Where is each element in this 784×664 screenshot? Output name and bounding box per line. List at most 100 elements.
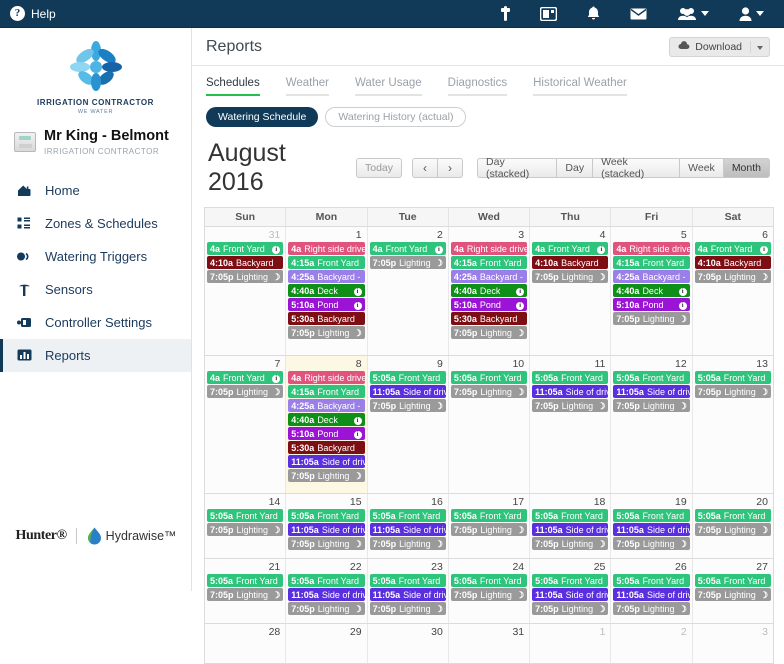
calendar-event[interactable]: 7:05p Lighting ☽	[613, 537, 690, 550]
pill-watering-history[interactable]: Watering History (actual)	[325, 107, 467, 127]
calendar-event[interactable]: 7:05p Lighting ☽	[288, 469, 365, 482]
calendar-event[interactable]: 11:05aSide of drive	[288, 455, 365, 468]
calendar-event[interactable]: 7:05p Lighting ☽	[369, 399, 446, 412]
calendar-day-cell[interactable]: 1 4a Right side drive 4:15a Front Yard 4:25a B…	[286, 227, 368, 355]
calendar-event[interactable]: 5:10a Pond i	[288, 298, 365, 311]
calendar-event[interactable]: 7:05p Lighting ☽	[450, 588, 528, 601]
calendar-event[interactable]: 7:05p Lighting ☽	[694, 270, 771, 283]
calendar-event[interactable]: 5:30a Backyard	[450, 312, 528, 325]
calendar-event[interactable]: 5:30a Backyard	[288, 441, 365, 454]
calendar-event[interactable]: 7:05p Lighting ☽	[288, 602, 365, 615]
calendar-event[interactable]: 11:05aSide of drive	[613, 588, 690, 601]
sidebar-item-sensors[interactable]: Sensors	[0, 273, 191, 306]
calendar-event[interactable]: 7:05p Lighting ☽	[450, 385, 528, 398]
calendar-event[interactable]: 11:05aSide of drive	[613, 385, 690, 398]
calendar-event[interactable]: 5:05a Front Yard	[694, 574, 771, 587]
calendar-event[interactable]: 4:25a Backyard -	[450, 270, 528, 283]
calendar-event[interactable]: 4a Front Yard i	[694, 242, 771, 255]
view-month-button[interactable]: Month	[722, 158, 770, 178]
calendar-event[interactable]: 5:05a Front Yard	[532, 371, 609, 384]
calendar-event[interactable]: 11:05aSide of drive	[288, 523, 365, 536]
tab-historical-weather[interactable]: Historical Weather	[533, 77, 627, 96]
calendar-event[interactable]: 4a Front Yard i	[532, 242, 609, 255]
view-week-button[interactable]: Week	[679, 158, 723, 178]
calendar-event[interactable]: 4a Right side drive	[450, 242, 528, 255]
calendar-day-cell[interactable]: 17 5:05a Front Yard 7:05p Lighting ☽	[448, 494, 531, 558]
calendar-day-cell[interactable]: 115:05aFront Yard11:05aSide of drive7:05…	[530, 356, 612, 493]
calendar-event[interactable]: 7:05p Lighting ☽	[288, 326, 365, 339]
calendar-event[interactable]: 5:05a Front Yard	[450, 509, 528, 522]
calendar-event[interactable]: 5:05a Front Yard	[369, 371, 446, 384]
calendar-day-cell[interactable]: 7 4a Front Yard i 7:05p Lighting ☽	[205, 356, 287, 493]
info-icon[interactable]: i	[272, 372, 281, 383]
calendar-event[interactable]: 7:05p Lighting ☽	[694, 588, 771, 601]
calendar-event[interactable]: 7:05p Lighting ☽	[532, 537, 609, 550]
calendar-event[interactable]: 5:05a Front Yard	[694, 509, 771, 522]
calendar-day-cell[interactable]: 255:05aFront Yard11:05aSide of drive7:05…	[530, 559, 612, 623]
calendar-event[interactable]: 5:05a Front Yard	[369, 509, 446, 522]
calendar-day-cell[interactable]: 28	[205, 624, 287, 663]
download-button[interactable]: Download	[669, 36, 770, 57]
calendar-event[interactable]: 4a Front Yard i	[207, 371, 284, 384]
account-block[interactable]: Mr King - Belmont IRRIGATION CONTRACTOR	[0, 115, 191, 156]
calendar-event[interactable]: 7:05p Lighting ☽	[207, 588, 284, 601]
calendar-event[interactable]: 7:05p Lighting ☽	[369, 602, 446, 615]
calendar-event[interactable]: 11:05aSide of drive	[369, 385, 446, 398]
info-icon[interactable]: i	[678, 299, 687, 310]
calendar-day-cell[interactable]: 95:05aFront Yard11:05aSide of drive7:05p…	[367, 356, 449, 493]
calendar-event[interactable]: 5:05a Front Yard	[369, 574, 446, 587]
calendar-day-cell[interactable]: 8 4a Right side drive 4:15a Front Yard 4:25a B…	[286, 356, 368, 493]
calendar-day-cell[interactable]: 185:05aFront Yard11:05aSide of drive7:05…	[530, 494, 612, 558]
tab-weather[interactable]: Weather	[285, 77, 329, 96]
calendar-event[interactable]: 4a Front Yard i	[369, 242, 446, 255]
calendar-event[interactable]: 7:05p Lighting ☽	[613, 312, 690, 325]
view-day-stacked-button[interactable]: Day (stacked)	[477, 156, 557, 180]
sidebar-item-home[interactable]: Home	[0, 174, 191, 207]
calendar-event[interactable]: 4:10a Backyard	[207, 256, 284, 269]
info-icon[interactable]: i	[597, 243, 606, 254]
calendar-day-cell[interactable]: 265:05aFront Yard11:05aSide of drive7:05…	[611, 559, 693, 623]
calendar-event[interactable]: 5:05a Front Yard	[613, 371, 690, 384]
info-icon[interactable]: i	[759, 243, 768, 254]
sensor-icon[interactable]	[501, 6, 510, 21]
calendar-event[interactable]: 4:15a Front Yard	[613, 256, 690, 269]
view-day-button[interactable]: Day	[556, 158, 593, 178]
calendar-day-cell[interactable]: 3	[692, 624, 773, 663]
info-icon[interactable]: i	[353, 428, 362, 439]
calendar-day-cell[interactable]: 4 4a Front Yard i 4:10a Backyard 7:05p Lighting…	[530, 227, 612, 355]
calendar-event[interactable]: 5:30a Backyard	[288, 312, 365, 325]
calendar-day-cell[interactable]: 6 4a Front Yard i 4:10a Backyard 7:05p Lighting…	[692, 227, 773, 355]
calendar-event[interactable]: 5:05a Front Yard	[532, 574, 609, 587]
calendar-event[interactable]: 5:05a Front Yard	[288, 574, 365, 587]
calendar-day-cell[interactable]: 14 5:05a Front Yard 7:05p Lighting ☽	[205, 494, 287, 558]
calendar-event[interactable]: 4:10a Backyard	[694, 256, 771, 269]
help-button[interactable]: ? Help	[0, 6, 56, 21]
calendar-day-cell[interactable]: 3 4a Right side drive 4:15a Front Yard 4:25a B…	[448, 227, 531, 355]
calendar-event[interactable]: 7:05p Lighting ☽	[450, 523, 528, 536]
calendar-event[interactable]: 7:05p Lighting ☽	[613, 602, 690, 615]
calendar-day-cell[interactable]: 165:05aFront Yard11:05aSide of drive7:05…	[367, 494, 449, 558]
calendar-event[interactable]: 11:05aSide of drive	[369, 588, 446, 601]
calendar-event[interactable]: 5:05a Front Yard	[450, 574, 528, 587]
calendar-event[interactable]: 5:05a Front Yard	[207, 509, 284, 522]
sidebar-item-reports[interactable]: Reports	[0, 338, 191, 372]
calendar-event[interactable]: 7:05p Lighting ☽	[694, 523, 771, 536]
calendar-event[interactable]: 5:05a Front Yard	[532, 509, 609, 522]
calendar-event[interactable]: 4:25a Backyard -	[613, 270, 690, 283]
calendar-day-cell[interactable]: 20 5:05a Front Yard 7:05p Lighting ☽	[692, 494, 773, 558]
calendar-event[interactable]: 4:40a Deck i	[288, 284, 365, 297]
calendar-event[interactable]: 7:05p Lighting ☽	[369, 256, 446, 269]
info-icon[interactable]: i	[516, 285, 525, 296]
calendar-event[interactable]: 5:10a Pond i	[288, 427, 365, 440]
calendar-event[interactable]: 4:15a Front Yard	[288, 256, 365, 269]
calendar-event[interactable]: 4:40a Deck i	[288, 413, 365, 426]
info-icon[interactable]: i	[353, 299, 362, 310]
view-week-stacked-button[interactable]: Week (stacked)	[592, 156, 680, 180]
calendar-event[interactable]: 7:05p Lighting ☽	[613, 399, 690, 412]
sidebar-item-watering-triggers[interactable]: Watering Triggers	[0, 240, 191, 273]
calendar-event[interactable]: 7:05p Lighting ☽	[532, 270, 609, 283]
calendar-event[interactable]: 7:05p Lighting ☽	[369, 537, 446, 550]
calendar-event[interactable]: 4:25a Backyard -	[288, 270, 365, 283]
info-icon[interactable]: i	[353, 414, 362, 425]
info-icon[interactable]: i	[516, 299, 525, 310]
